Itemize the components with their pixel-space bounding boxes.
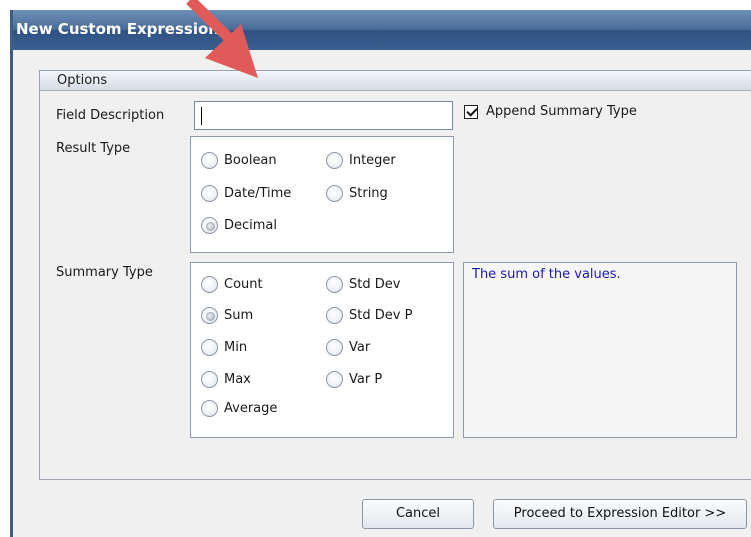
radio-min-label: Min <box>224 340 248 355</box>
radio-count[interactable]: Count <box>201 276 263 293</box>
radio-average[interactable]: Average <box>201 400 277 417</box>
radio-sum-label: Sum <box>224 308 254 323</box>
dialog-titlebar[interactable]: New Custom Expression <box>13 10 751 50</box>
radio-decimal[interactable]: Decimal <box>201 217 277 234</box>
cancel-button[interactable]: Cancel <box>362 499 474 529</box>
radio-var[interactable]: Var <box>326 339 370 356</box>
radio-min[interactable]: Min <box>201 339 247 356</box>
radio-std-dev-label: Std Dev <box>349 277 401 292</box>
radio-average-label: Average <box>224 401 278 416</box>
dialog-title: New Custom Expression <box>16 20 219 38</box>
radio-max[interactable]: Max <box>201 371 251 388</box>
radio-std-dev-p[interactable]: Std Dev P <box>326 307 412 324</box>
text-caret <box>201 107 202 125</box>
radio-sum[interactable]: Sum <box>201 307 253 324</box>
options-header: Options <box>40 71 751 91</box>
radio-var-indicator <box>326 339 343 356</box>
radio-var-p[interactable]: Var P <box>326 371 382 388</box>
radio-std-dev-indicator <box>326 276 343 293</box>
result-type-label: Result Type <box>56 141 131 156</box>
radio-boolean-indicator <box>201 152 218 169</box>
radio-sum-indicator <box>201 307 218 324</box>
summary-description-text: The sum of the values. <box>472 267 621 282</box>
summary-description-box: The sum of the values. <box>463 262 737 438</box>
radio-var-p-label: Var P <box>349 372 383 387</box>
radio-max-label: Max <box>224 372 251 387</box>
radio-std-dev[interactable]: Std Dev <box>326 276 400 293</box>
radio-datetime-label: Date/Time <box>224 186 292 201</box>
field-description-label: Field Description <box>56 108 165 123</box>
field-description-input[interactable] <box>194 101 453 130</box>
radio-var-p-indicator <box>326 371 343 388</box>
radio-std-dev-p-label: Std Dev P <box>349 308 413 323</box>
radio-decimal-label: Decimal <box>224 218 278 233</box>
radio-var-label: Var <box>349 340 371 355</box>
summary-type-label: Summary Type <box>56 265 153 280</box>
radio-max-indicator <box>201 371 218 388</box>
append-summary-checkbox[interactable] <box>464 105 478 119</box>
radio-count-label: Count <box>224 277 263 292</box>
radio-integer-label: Integer <box>349 153 396 168</box>
radio-std-dev-p-indicator <box>326 307 343 324</box>
radio-integer[interactable]: Integer <box>326 152 396 169</box>
radio-datetime[interactable]: Date/Time <box>201 185 291 202</box>
radio-decimal-indicator <box>201 217 218 234</box>
radio-string-label: String <box>349 186 388 201</box>
radio-min-indicator <box>201 339 218 356</box>
radio-boolean-label: Boolean <box>224 153 277 168</box>
append-summary-label: Append Summary Type <box>486 104 637 119</box>
radio-average-indicator <box>201 400 218 417</box>
radio-string-indicator <box>326 185 343 202</box>
options-header-label: Options <box>57 73 108 88</box>
radio-boolean[interactable]: Boolean <box>201 152 277 169</box>
radio-integer-indicator <box>326 152 343 169</box>
radio-string[interactable]: String <box>326 185 388 202</box>
radio-datetime-indicator <box>201 185 218 202</box>
proceed-to-expression-editor-button[interactable]: Proceed to Expression Editor >> <box>493 499 747 529</box>
radio-count-indicator <box>201 276 218 293</box>
